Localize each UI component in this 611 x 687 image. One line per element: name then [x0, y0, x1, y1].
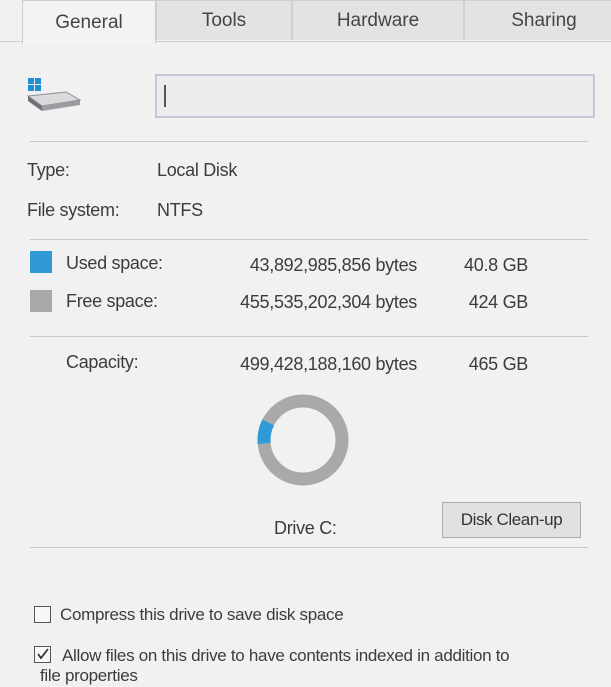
tab-tools[interactable]: Tools — [156, 0, 292, 40]
disk-cleanup-button[interactable]: Disk Clean-up — [442, 502, 581, 538]
separator — [30, 336, 588, 337]
free-space-bytes: 455,535,202,304 bytes — [240, 292, 417, 312]
tab-sharing[interactable]: Sharing — [464, 0, 611, 40]
type-label: Type: — [27, 160, 70, 180]
check-icon — [37, 648, 49, 660]
free-space-ring — [257, 394, 349, 486]
used-space-swatch — [30, 251, 52, 273]
used-space-size: 40.8 GB — [464, 255, 528, 275]
free-space-label: Free space: — [66, 291, 158, 311]
tab-general[interactable]: General — [22, 0, 156, 44]
free-space-size: 424 GB — [468, 292, 529, 312]
separator — [30, 141, 588, 142]
separator — [30, 239, 588, 240]
file-system-value: NTFS — [157, 200, 203, 220]
text-caret — [164, 85, 166, 107]
disk-usage-donut — [257, 394, 349, 486]
index-label-line2: file properties — [40, 666, 138, 685]
free-space-swatch — [30, 290, 52, 312]
index-checkbox[interactable] — [34, 646, 51, 663]
drive-icon — [26, 78, 82, 112]
type-value: Local Disk — [157, 160, 238, 180]
capacity-size: 465 GB — [468, 354, 529, 374]
tab-hardware[interactable]: Hardware — [292, 0, 464, 40]
used-space-label: Used space: — [66, 253, 163, 273]
capacity-bytes: 499,428,188,160 bytes — [240, 354, 417, 374]
compress-checkbox[interactable] — [34, 606, 51, 623]
compress-label: Compress this drive to save disk space — [60, 605, 344, 624]
separator — [30, 547, 588, 548]
drive-name-input[interactable] — [155, 74, 595, 118]
drive-label: Drive C: — [274, 518, 337, 538]
used-space-bytes: 43,892,985,856 bytes — [249, 255, 417, 275]
file-system-label: File system: — [27, 200, 120, 220]
tab-strip: Tools Hardware Sharing General — [0, 0, 611, 44]
index-label-line1: Allow files on this drive to have conten… — [62, 646, 510, 665]
capacity-label: Capacity: — [66, 352, 139, 372]
